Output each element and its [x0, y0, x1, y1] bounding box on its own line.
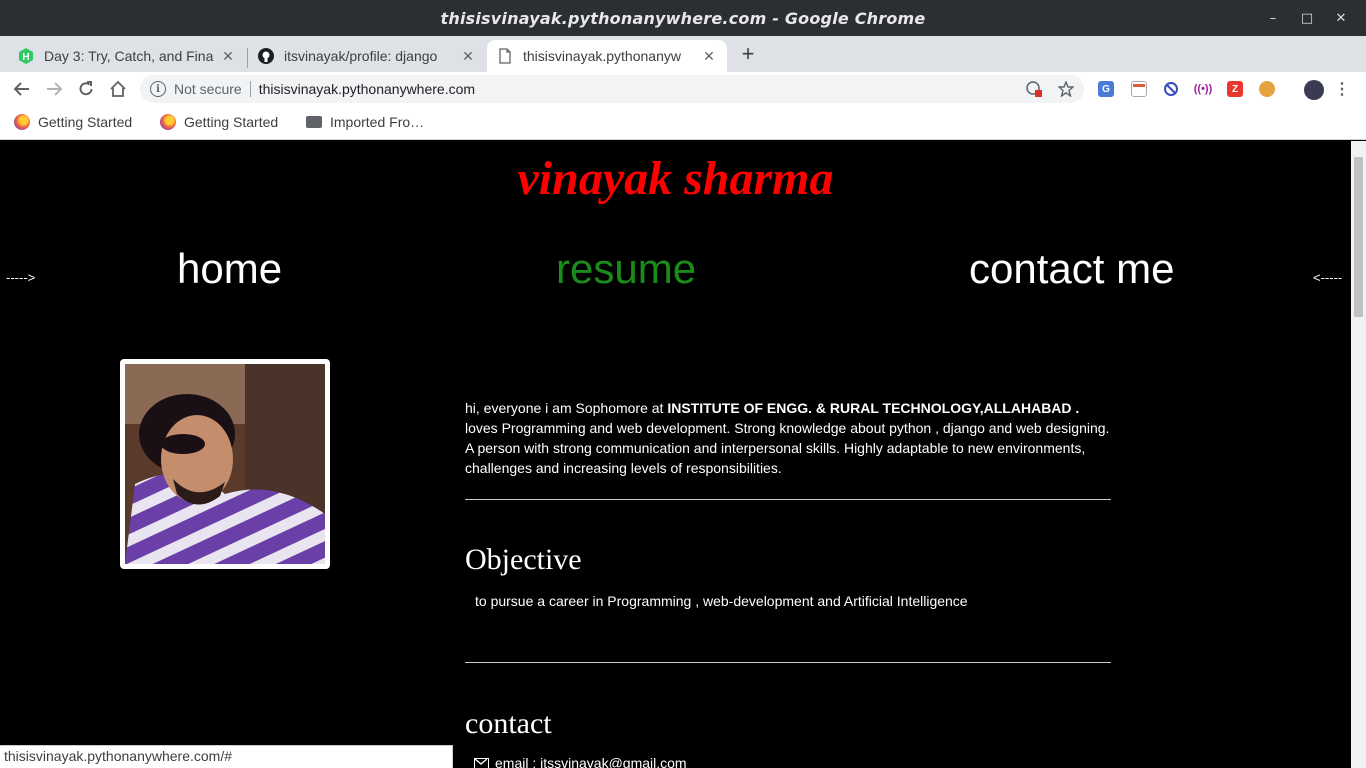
bookmark-label: Getting Started — [184, 114, 279, 130]
bookmark-getting-started-1[interactable]: Getting Started — [14, 114, 132, 130]
tab-github[interactable]: itsvinayak/profile: django ✕ — [248, 40, 486, 72]
omnibox-divider — [249, 81, 251, 97]
window-title: thisisvinayak.pythonanywhere.com - Googl… — [440, 8, 926, 28]
github-icon — [258, 48, 274, 64]
browser-toolbar: i Not secure thisisvinayak.pythonanywher… — [0, 72, 1366, 106]
nav-arrow-right: <----- — [1313, 270, 1343, 285]
page-icon — [497, 48, 513, 64]
tab-label: thisisvinayak.pythonanyw — [523, 48, 681, 64]
svg-text:H: H — [22, 52, 29, 63]
divider-1 — [465, 499, 1111, 500]
nav-arrow-left: -----> — [6, 270, 36, 285]
bookmark-star-icon[interactable] — [1058, 81, 1074, 97]
back-button[interactable] — [10, 77, 34, 101]
profile-avatar[interactable] — [1304, 80, 1324, 100]
close-tab-icon[interactable]: ✕ — [460, 48, 476, 65]
bookmarks-bar: Getting Started Getting Started Imported… — [0, 106, 1366, 140]
objective-text: to pursue a career in Programming , web-… — [475, 593, 968, 609]
address-bar[interactable]: i Not secure thisisvinayak.pythonanywher… — [140, 75, 1084, 103]
scrollbar-thumb[interactable] — [1354, 157, 1363, 317]
close-window-button[interactable]: ✕ — [1324, 11, 1358, 26]
profile-photo-image — [125, 364, 325, 564]
back-arrow-icon — [13, 82, 29, 96]
reload-button[interactable] — [74, 77, 98, 101]
maximize-button[interactable]: □ — [1290, 11, 1324, 26]
tab-hackerrank[interactable]: H Day 3: Try, Catch, and Fina ✕ — [8, 40, 246, 72]
objective-heading: Objective — [465, 543, 582, 576]
url-text[interactable]: thisisvinayak.pythonanywhere.com — [259, 81, 475, 97]
envelope-icon — [474, 757, 489, 768]
omnibox-actions — [1026, 81, 1074, 97]
close-tab-icon[interactable]: ✕ — [701, 48, 717, 65]
chrome-menu-icon[interactable]: ⋮ — [1334, 81, 1350, 98]
home-button[interactable] — [106, 77, 130, 101]
tab-active-site[interactable]: thisisvinayak.pythonanyw ✕ — [487, 40, 727, 72]
intro-paragraph: hi, everyone i am Sophomore at INSTITUTE… — [465, 398, 1115, 478]
security-label[interactable]: Not secure — [174, 81, 242, 97]
tab-label: itsvinayak/profile: django — [284, 48, 438, 64]
bookmark-imported-folder[interactable]: Imported Fro… — [306, 114, 424, 130]
broadcast-extension-icon[interactable]: ((•)) — [1194, 81, 1213, 97]
contact-email[interactable]: email : itssvinayak@gmail.com — [495, 755, 687, 768]
profile-photo — [120, 359, 330, 569]
firefox-icon — [160, 114, 176, 130]
close-tab-icon[interactable]: ✕ — [220, 48, 236, 65]
page-viewport: vinayak sharma -----> home resume contac… — [0, 141, 1351, 768]
folder-icon — [306, 116, 322, 128]
bookmark-label: Getting Started — [38, 114, 133, 130]
institute-name: INSTITUTE OF ENGG. & RURAL TECHNOLOGY,AL… — [667, 400, 1080, 416]
nav-contact-link[interactable]: contact me — [969, 245, 1174, 293]
minimize-button[interactable]: – — [1256, 11, 1290, 26]
reload-icon — [79, 81, 93, 96]
firefox-icon — [14, 114, 30, 130]
forward-arrow-icon — [47, 82, 63, 96]
intro-prefix: hi, everyone i am Sophomore at — [465, 400, 668, 416]
red-extension-icon[interactable]: Z — [1227, 81, 1243, 97]
nav-resume-link[interactable]: resume — [556, 245, 696, 293]
window-controls: – □ ✕ — [1256, 0, 1358, 36]
translate-blocked-icon[interactable] — [1026, 81, 1042, 97]
hackerrank-icon: H — [18, 48, 34, 64]
block-extension-icon[interactable] — [1163, 81, 1179, 97]
home-icon — [110, 80, 126, 97]
intro-body: loves Programming and web development. S… — [465, 420, 1110, 476]
divider-2 — [465, 662, 1111, 663]
tab-label: Day 3: Try, Catch, and Fina — [44, 48, 214, 64]
status-bar: thisisvinayak.pythonanywhere.com/# — [0, 745, 453, 768]
forward-button[interactable] — [42, 77, 66, 101]
info-icon[interactable]: i — [150, 81, 166, 97]
new-tab-button[interactable]: + — [736, 40, 760, 68]
contact-heading: contact — [465, 707, 552, 740]
tab-strip: H Day 3: Try, Catch, and Fina ✕ itsvinay… — [0, 36, 1366, 72]
window-titlebar: thisisvinayak.pythonanywhere.com - Googl… — [0, 0, 1366, 36]
contact-email-line: email : itssvinayak@gmail.com — [474, 755, 687, 768]
bookmark-getting-started-2[interactable]: Getting Started — [160, 114, 278, 130]
bookmark-label: Imported Fro… — [330, 114, 425, 130]
nav-home-link[interactable]: home — [177, 245, 282, 293]
cookie-extension-icon[interactable] — [1259, 81, 1275, 97]
calendar-extension-icon[interactable] — [1131, 81, 1147, 97]
site-title: vinayak sharma — [517, 152, 834, 205]
page-scrollbar[interactable] — [1351, 141, 1366, 768]
google-translate-icon[interactable]: G — [1098, 81, 1114, 97]
